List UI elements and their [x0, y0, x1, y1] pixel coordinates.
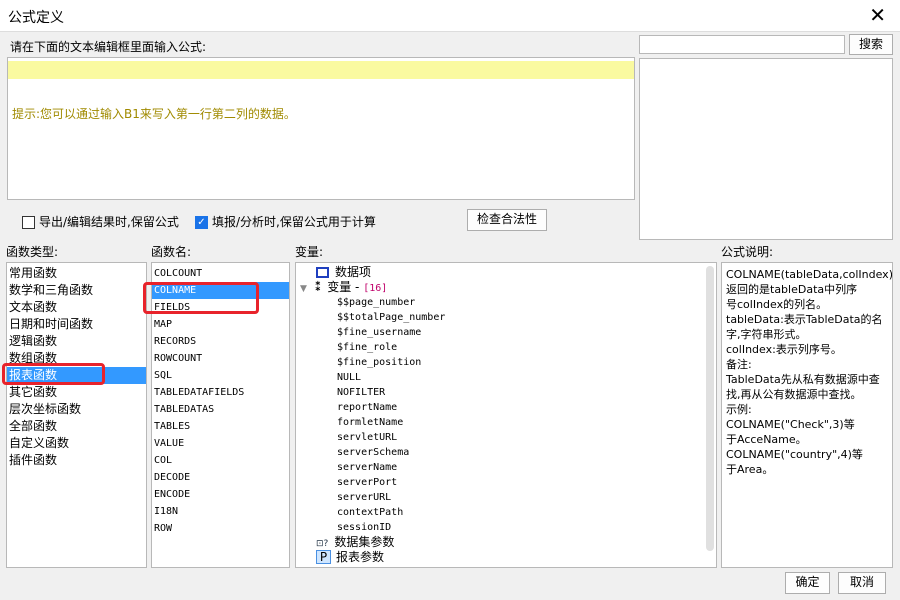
report-param-icon: P: [316, 550, 331, 564]
function-type-item[interactable]: 数学和三角函数: [7, 282, 146, 299]
tree-item-variables[interactable]: ▼ ⁑ 变量 - [16]: [296, 280, 716, 295]
current-line: [8, 61, 634, 79]
description-line: 示例:: [726, 403, 752, 416]
description-line: TableData先从私有数据源中查: [726, 373, 880, 386]
description-line: 备注:: [726, 358, 752, 371]
function-name-item[interactable]: RECORDS: [152, 333, 289, 350]
function-name-item[interactable]: ENCODE: [152, 486, 289, 503]
variable-item[interactable]: serverURL: [296, 490, 716, 505]
variable-item[interactable]: serverPort: [296, 475, 716, 490]
description-line: colIndex:表示列序号。: [726, 343, 842, 356]
variable-item[interactable]: $$totalPage_number: [296, 310, 716, 325]
variable-item[interactable]: reportName: [296, 400, 716, 415]
function-type-item[interactable]: 其它函数: [7, 384, 146, 401]
keep-fill-label: 填报/分析时,保留公式用于计算: [212, 215, 376, 229]
function-type-item[interactable]: 日期和时间函数: [7, 316, 146, 333]
highlight-colname-fields: [143, 282, 259, 314]
variable-item[interactable]: contextPath: [296, 505, 716, 520]
variable-count: [16]: [363, 283, 388, 294]
function-name-item[interactable]: DECODE: [152, 469, 289, 486]
variable-item[interactable]: sessionID: [296, 520, 716, 535]
function-name-item[interactable]: TABLEDATAS: [152, 401, 289, 418]
function-type-item[interactable]: 插件函数: [7, 452, 146, 469]
editor-hint: 提示:您可以通过输入B1来写入第一行第二列的数据。: [12, 107, 296, 121]
function-type-item[interactable]: 层次坐标函数: [7, 401, 146, 418]
function-name-item[interactable]: ROW: [152, 520, 289, 537]
variable-item[interactable]: NOFILTER: [296, 385, 716, 400]
description-line: COLNAME("country",4)等: [726, 448, 863, 461]
variable-item[interactable]: $fine_role: [296, 340, 716, 355]
tree-label: 数据集参数: [334, 535, 395, 549]
description-line: 字,字符串形式。: [726, 328, 807, 341]
function-name-item[interactable]: COLCOUNT: [152, 265, 289, 282]
keep-export-checkbox[interactable]: [22, 216, 35, 229]
function-name-item[interactable]: MAP: [152, 316, 289, 333]
keep-export-option[interactable]: 导出/编辑结果时,保留公式: [22, 213, 179, 230]
variable-item[interactable]: $fine_username: [296, 325, 716, 340]
scrollbar[interactable]: [706, 266, 714, 551]
description-line: 号colIndex的列名。: [726, 298, 828, 311]
description-line: COLNAME(tableData,colIndex): [726, 268, 893, 281]
close-icon[interactable]: ✕: [869, 3, 886, 27]
function-types-label: 函数类型:: [6, 245, 59, 259]
variable-item[interactable]: $$page_number: [296, 295, 716, 310]
variable-item[interactable]: $fine_position: [296, 355, 716, 370]
editor-label: 请在下面的文本编辑框里面输入公式:: [10, 40, 207, 54]
function-name-item[interactable]: ROWCOUNT: [152, 350, 289, 367]
function-name-item[interactable]: I18N: [152, 503, 289, 520]
highlight-report-functions: [2, 363, 105, 385]
description-line: 返回的是tableData中列序: [726, 283, 858, 296]
cancel-button[interactable]: 取消: [838, 572, 886, 594]
function-type-item[interactable]: 逻辑函数: [7, 333, 146, 350]
window-title: 公式定义: [8, 10, 64, 26]
variables-tree[interactable]: 数据项 ▼ ⁑ 变量 - [16] $$page_number $$totalPage…: [295, 262, 717, 568]
function-type-item[interactable]: 常用函数: [7, 265, 146, 282]
description-line: tableData:表示TableData的名: [726, 313, 883, 326]
function-name-item[interactable]: COL: [152, 452, 289, 469]
variable-item[interactable]: NULL: [296, 370, 716, 385]
search-button[interactable]: 搜索: [849, 34, 893, 55]
tree-item-data-items[interactable]: 数据项: [296, 265, 716, 280]
variable-item[interactable]: formletName: [296, 415, 716, 430]
description-label: 公式说明:: [721, 245, 774, 259]
function-type-item[interactable]: 全部函数: [7, 418, 146, 435]
description-line: COLNAME("Check",3)等: [726, 418, 855, 431]
formula-editor[interactable]: 提示:您可以通过输入B1来写入第一行第二列的数据。: [7, 57, 635, 200]
check-validity-button[interactable]: 检查合法性: [467, 209, 547, 231]
dataset-param-icon: ⊡?: [316, 539, 329, 549]
description-line: 找,再从公有数据源中查找。: [726, 388, 862, 401]
tree-label: 变量: [327, 280, 352, 294]
description-line: 于AcceName。: [726, 433, 807, 446]
keep-fill-checkbox[interactable]: ✓: [195, 216, 208, 229]
title-bar: 公式定义 ✕: [0, 0, 900, 32]
description-line: 于Area。: [726, 463, 774, 476]
tree-label: 数据项: [335, 265, 372, 279]
tree-sep: -: [351, 280, 364, 294]
variable-icon: ⁑: [314, 280, 322, 294]
function-name-item[interactable]: VALUE: [152, 435, 289, 452]
variable-item[interactable]: servletURL: [296, 430, 716, 445]
keep-export-label: 导出/编辑结果时,保留公式: [39, 215, 179, 229]
tree-label: 报表参数: [336, 550, 385, 564]
search-results[interactable]: [639, 58, 893, 240]
ok-button[interactable]: 确定: [785, 572, 830, 594]
variables-label: 变量:: [295, 245, 324, 259]
variable-item[interactable]: serverName: [296, 460, 716, 475]
tree-item-report-params[interactable]: P 报表参数: [296, 550, 716, 565]
expand-arrow-icon[interactable]: ▼: [300, 284, 307, 294]
keep-fill-option[interactable]: ✓ 填报/分析时,保留公式用于计算: [195, 213, 376, 230]
variable-item[interactable]: serverSchema: [296, 445, 716, 460]
function-names-label: 函数名:: [151, 245, 192, 259]
function-name-item[interactable]: SQL: [152, 367, 289, 384]
function-type-item[interactable]: 自定义函数: [7, 435, 146, 452]
tree-item-dataset-params[interactable]: ⊡? 数据集参数: [296, 535, 716, 550]
function-types-list[interactable]: 常用函数 数学和三角函数 文本函数 日期和时间函数 逻辑函数 数组函数 报表函数 其它函数 层次…: [6, 262, 147, 568]
function-name-item[interactable]: TABLES: [152, 418, 289, 435]
function-name-item[interactable]: TABLEDATAFIELDS: [152, 384, 289, 401]
description-panel: COLNAME(tableData,colIndex) 返回的是tableData…: [721, 262, 893, 568]
data-item-icon: [316, 267, 329, 278]
function-type-item[interactable]: 文本函数: [7, 299, 146, 316]
search-input[interactable]: [639, 35, 845, 54]
